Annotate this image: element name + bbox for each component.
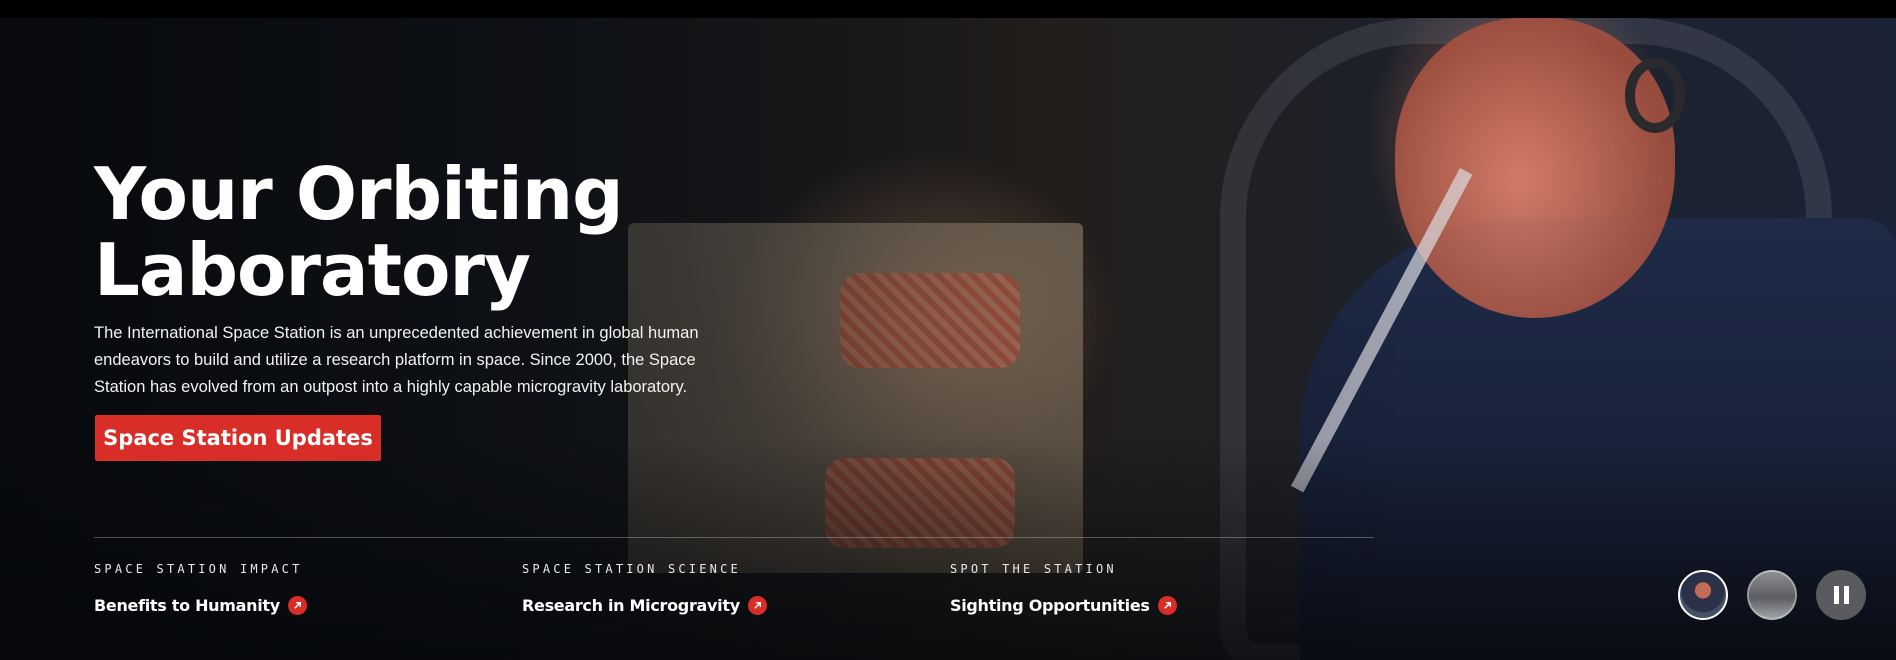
- space-station-updates-button[interactable]: Space Station Updates: [95, 415, 381, 461]
- hero-title: Your Orbiting Laboratory: [94, 156, 654, 308]
- hero-title-line-2: Laboratory: [94, 228, 531, 312]
- top-black-bar: [0, 0, 1896, 18]
- arrow-up-right-icon: [1157, 596, 1177, 615]
- hero-title-line-1: Your Orbiting: [94, 152, 624, 236]
- feature-eyebrow: SPOT THE STATION: [950, 562, 1117, 576]
- sighting-opportunities-link[interactable]: Sighting Opportunities: [950, 596, 1177, 615]
- slide-thumbnail-2[interactable]: [1747, 570, 1797, 620]
- pause-icon: [1831, 586, 1851, 604]
- research-in-microgravity-link[interactable]: Research in Microgravity: [522, 596, 767, 615]
- feature-spot-the-station: SPOT THE STATION Sighting Opportunities: [950, 562, 1177, 615]
- feature-eyebrow: SPACE STATION IMPACT: [94, 562, 303, 576]
- feature-link-label: Sighting Opportunities: [950, 596, 1150, 615]
- feature-space-station-impact: SPACE STATION IMPACT Benefits to Humanit…: [94, 562, 307, 615]
- feature-eyebrow: SPACE STATION SCIENCE: [522, 562, 741, 576]
- hero-description: The International Space Station is an un…: [94, 324, 699, 396]
- section-divider: [94, 537, 1374, 538]
- feature-link-label: Benefits to Humanity: [94, 596, 280, 615]
- benefits-to-humanity-link[interactable]: Benefits to Humanity: [94, 596, 307, 615]
- slide-thumbnail-1[interactable]: [1678, 570, 1728, 620]
- feature-link-label: Research in Microgravity: [522, 596, 740, 615]
- feature-space-station-science: SPACE STATION SCIENCE Research in Microg…: [522, 562, 767, 615]
- carousel-controls: [1678, 570, 1866, 620]
- pause-button[interactable]: [1816, 570, 1866, 620]
- arrow-up-right-icon: [287, 596, 307, 615]
- arrow-up-right-icon: [747, 596, 767, 615]
